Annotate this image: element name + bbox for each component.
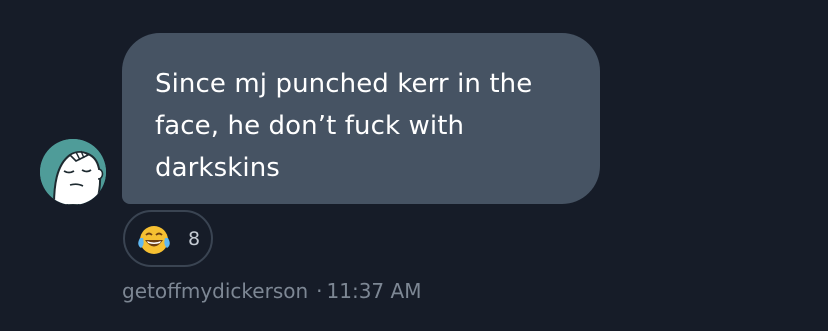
face-with-tears-of-joy-icon: [138, 226, 170, 254]
meta-separator: ·: [316, 279, 323, 303]
sender-avatar[interactable]: [40, 139, 106, 205]
avatar-face-illustration: [40, 139, 106, 205]
message-text: Since mj punched kerr in the face, he do…: [155, 69, 533, 183]
reaction-pill[interactable]: 8: [123, 210, 213, 267]
sender-username[interactable]: getoffmydickerson: [122, 279, 308, 303]
message-bubble[interactable]: Since mj punched kerr in the face, he do…: [122, 33, 600, 204]
message-meta: getoffmydickerson · 11:37 AM: [122, 279, 421, 303]
message-timestamp: 11:37 AM: [326, 279, 422, 303]
reaction-count: 8: [188, 228, 201, 250]
dm-conversation-view: Since mj punched kerr in the face, he do…: [0, 0, 828, 331]
